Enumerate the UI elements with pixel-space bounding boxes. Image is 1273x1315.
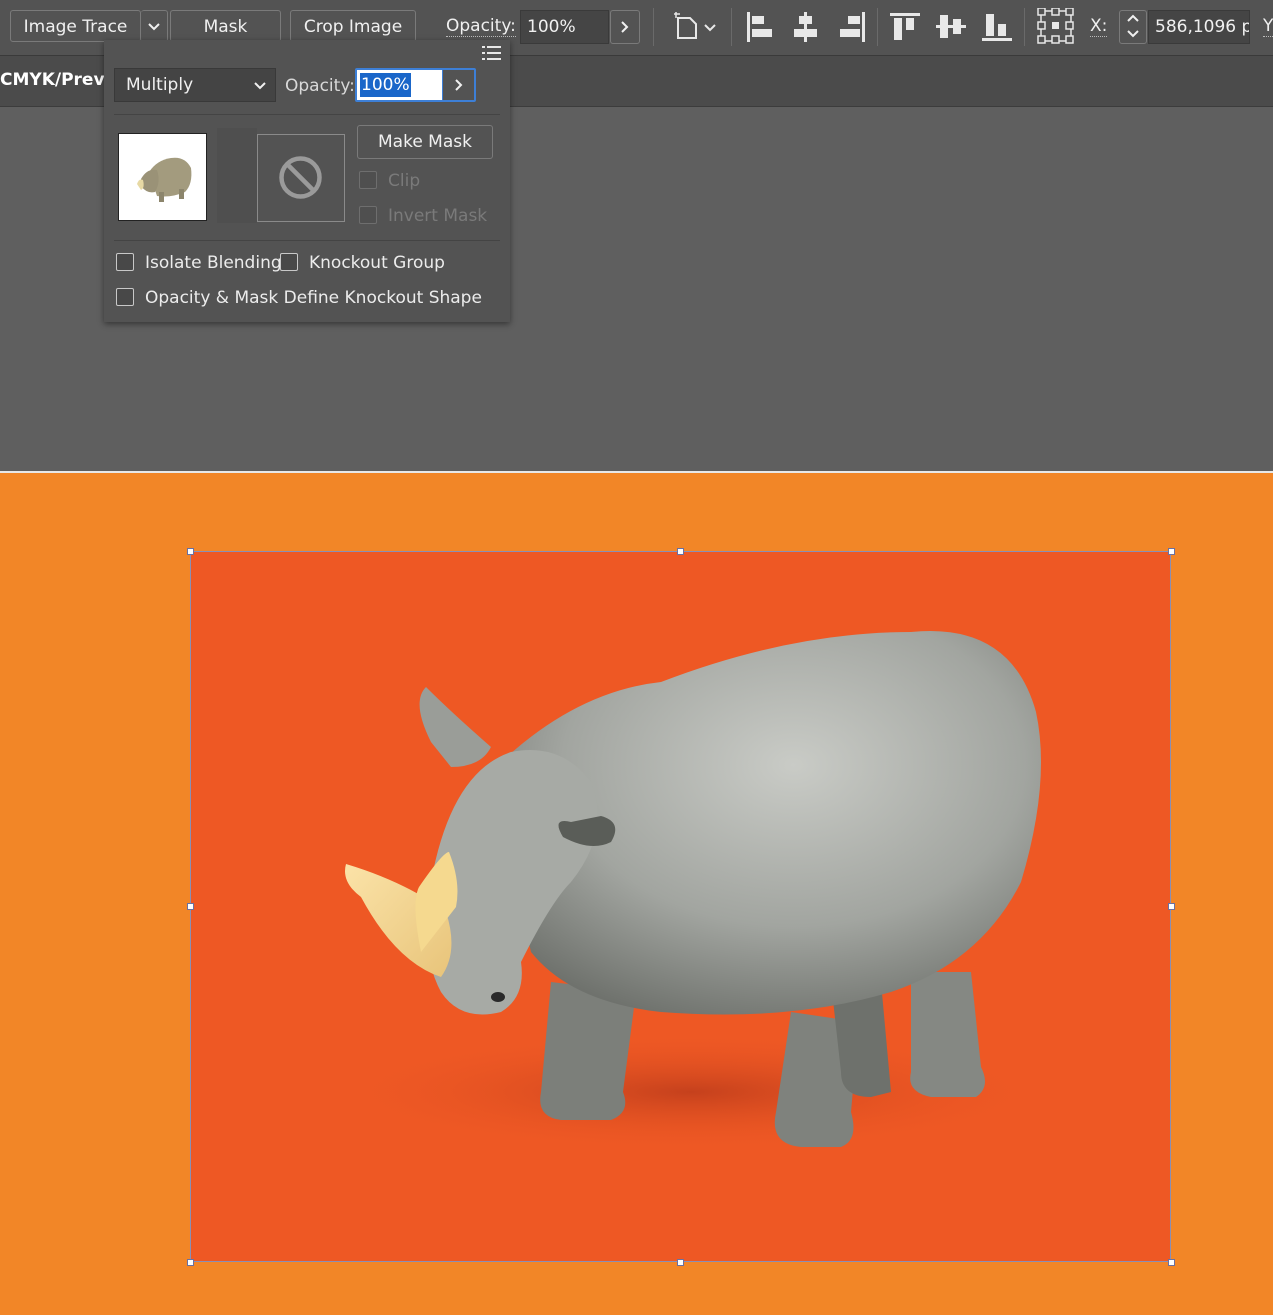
stepper-arrows-icon <box>1127 14 1139 38</box>
opacity-label[interactable]: Opacity: <box>446 16 516 37</box>
document-tab[interactable]: CMYK/Previ <box>0 70 110 90</box>
opacity-mask-knockout-checkbox[interactable] <box>116 288 134 306</box>
toolbar-divider <box>1024 8 1025 46</box>
crop-image-button[interactable]: Crop Image <box>290 10 416 42</box>
transparency-panel: Multiply Opacity: 100% Make Mask Clip In… <box>104 40 510 322</box>
toolbar-divider <box>731 8 732 46</box>
mask-thumbnail[interactable] <box>257 134 345 222</box>
panel-opacity-field[interactable]: 100% <box>355 68 476 102</box>
mask-button[interactable]: Mask <box>170 10 281 42</box>
panel-menu-icon[interactable] <box>482 45 502 65</box>
rhino-figure <box>331 631 1051 1152</box>
no-mask-icon <box>279 156 322 199</box>
chevron-right-icon <box>454 79 462 91</box>
selection-handle-top-center[interactable] <box>677 548 684 555</box>
image-trace-dropdown-button[interactable] <box>141 10 168 42</box>
chevron-down-icon <box>148 23 160 31</box>
toolbar-divider <box>877 8 878 46</box>
selection-handle-middle-right[interactable] <box>1168 903 1175 910</box>
knockout-group-checkbox[interactable] <box>280 253 298 271</box>
panel-divider <box>114 114 500 115</box>
invert-mask-checkbox[interactable] <box>359 206 377 224</box>
opacity-field[interactable]: 100% <box>520 10 609 44</box>
blend-mode-dropdown[interactable]: Multiply <box>114 68 276 102</box>
blend-mode-value: Multiply <box>126 75 194 95</box>
align-horizontal-center-icon[interactable] <box>790 10 822 48</box>
opacity-mask-knockout-label: Opacity & Mask Define Knockout Shape <box>145 288 482 308</box>
align-right-icon[interactable] <box>836 10 868 48</box>
selection-handle-top-right[interactable] <box>1168 548 1175 555</box>
invert-mask-label: Invert Mask <box>388 206 488 226</box>
panel-opacity-value: 100% <box>360 73 411 97</box>
selection-handle-middle-left[interactable] <box>187 903 194 910</box>
align-left-icon[interactable] <box>744 10 776 48</box>
reference-point-icon[interactable] <box>1037 7 1075 48</box>
align-top-icon[interactable] <box>888 10 922 48</box>
transform-menu-icon[interactable] <box>672 10 720 48</box>
x-stepper[interactable] <box>1119 10 1147 44</box>
isolate-blending-checkbox[interactable] <box>116 253 134 271</box>
opacity-arrow-button[interactable] <box>610 10 640 44</box>
toolbar-divider <box>653 8 654 46</box>
chevron-right-icon <box>621 21 629 33</box>
thumbnail-link-area <box>217 128 257 223</box>
image-trace-button[interactable]: Image Trace <box>10 10 141 42</box>
y-coordinate-label[interactable]: Y: <box>1263 16 1273 37</box>
selection-handle-bottom-center[interactable] <box>677 1259 684 1266</box>
x-coordinate-field[interactable]: 586,1096 p <box>1148 10 1250 44</box>
selection-handle-bottom-left[interactable] <box>187 1259 194 1266</box>
placed-rhino-image[interactable] <box>190 551 1171 1262</box>
clip-checkbox[interactable] <box>359 171 377 189</box>
isolate-blending-label: Isolate Blending <box>145 253 282 273</box>
selection-handle-top-left[interactable] <box>187 548 194 555</box>
panel-opacity-arrow-button[interactable] <box>442 70 474 100</box>
align-vertical-center-icon[interactable] <box>934 10 968 48</box>
align-bottom-icon[interactable] <box>980 10 1014 48</box>
rhino-thumbnail-image <box>137 157 192 202</box>
make-mask-button[interactable]: Make Mask <box>357 125 493 159</box>
object-thumbnail[interactable] <box>118 133 207 221</box>
x-coordinate-label[interactable]: X: <box>1090 16 1108 37</box>
knockout-group-label: Knockout Group <box>309 253 445 273</box>
clip-label: Clip <box>388 171 421 191</box>
selection-handle-bottom-right[interactable] <box>1168 1259 1175 1266</box>
panel-opacity-label: Opacity: <box>285 76 355 96</box>
chevron-down-icon <box>254 82 266 90</box>
panel-divider <box>114 240 500 241</box>
